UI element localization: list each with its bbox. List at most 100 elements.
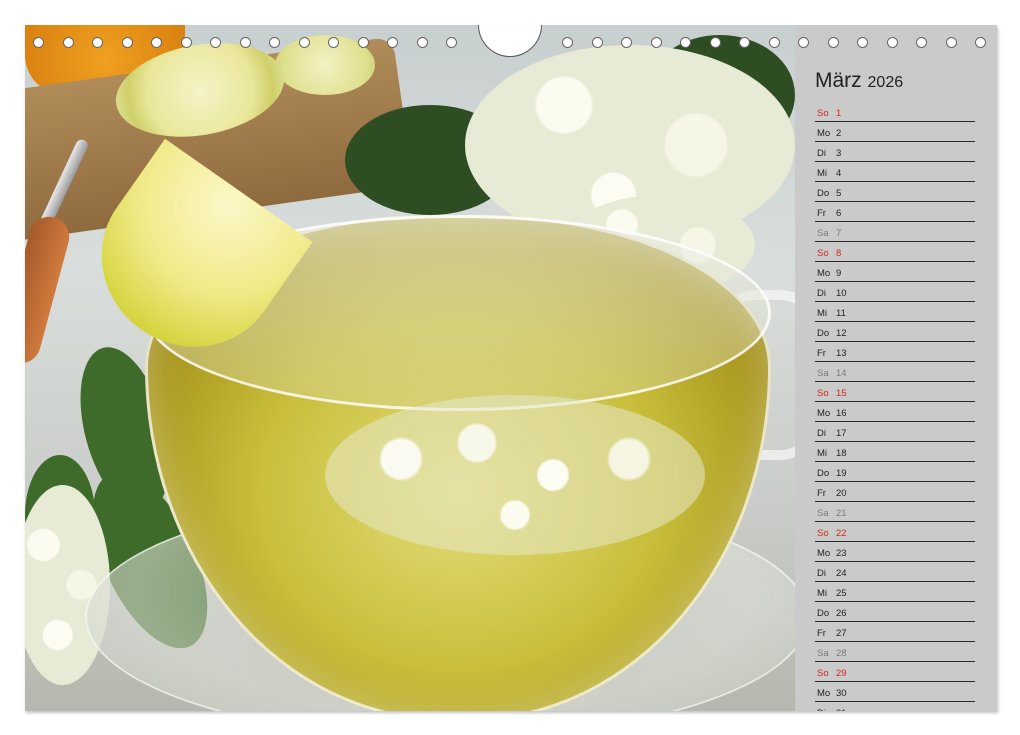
day-row: Sa 28 (815, 642, 975, 662)
weekday-label: Di (817, 288, 826, 299)
day-number: 19 (836, 468, 847, 479)
month-year: 2026 (867, 74, 904, 91)
weekday-label: Sa (817, 648, 829, 659)
weekday-label: Mo (817, 548, 831, 559)
day-row: Mi 4 (815, 162, 975, 182)
binding-hole (975, 37, 986, 48)
day-number: 21 (836, 508, 847, 519)
weekday-label: So (817, 668, 829, 679)
day-row: Mi 25 (815, 582, 975, 602)
day-number: 29 (836, 668, 847, 679)
weekday-label: Mi (817, 308, 828, 319)
day-row: Mo 16 (815, 402, 975, 422)
binding-hole (739, 37, 750, 48)
binding-hole (92, 37, 103, 48)
weekday-label: Di (817, 568, 826, 579)
day-number: 6 (836, 208, 842, 219)
binding-hole (210, 37, 221, 48)
day-number: 18 (836, 448, 847, 459)
day-number: 9 (836, 268, 842, 279)
weekday-label: Mo (817, 408, 831, 419)
day-row: Mo 2 (815, 122, 975, 142)
weekday-label: Fr (817, 628, 826, 639)
weekday-label: So (817, 388, 829, 399)
binding-hole (916, 37, 927, 48)
day-number: 7 (836, 228, 842, 239)
month-name: März (815, 69, 862, 92)
day-number: 2 (836, 128, 842, 139)
binding-hole (298, 37, 310, 48)
day-number: 16 (836, 408, 847, 419)
weekday-label: Di (817, 148, 826, 159)
weekday-label: So (817, 528, 829, 539)
day-number: 3 (836, 148, 842, 159)
day-row: Do 26 (815, 602, 975, 622)
day-number: 15 (836, 388, 847, 399)
day-row: So 1 (815, 102, 975, 122)
day-row: So 22 (815, 522, 975, 542)
day-number: 11 (836, 308, 846, 319)
knife-handle (25, 212, 74, 368)
day-row: Mi 18 (815, 442, 975, 462)
day-row: Mo 9 (815, 262, 975, 282)
day-number: 13 (836, 348, 847, 359)
binding-hole (768, 37, 780, 48)
hanger-cutout (478, 25, 542, 57)
binding-hole (621, 37, 632, 48)
day-row: Fr 27 (815, 622, 975, 642)
day-number: 25 (836, 588, 847, 599)
weekday-label: Fr (817, 208, 826, 219)
binding-hole (62, 37, 74, 48)
weekday-label: Fr (817, 348, 826, 359)
day-number: 4 (836, 168, 842, 179)
day-row: So 15 (815, 382, 975, 402)
tea-cup-photo (25, 25, 795, 711)
weekday-label: Mi (817, 168, 828, 179)
binding-hole (269, 37, 280, 48)
weekday-label: Do (817, 328, 830, 339)
day-row: Di 31 (815, 702, 975, 711)
day-number: 10 (836, 288, 847, 299)
calendar-panel: März 2026 So 1 Mo 2 Di 3 Mi 4 Do 5 Fr 6 Sa 7 So 8 Mo 9 Di 1… (795, 25, 997, 711)
weekday-label: So (817, 108, 829, 119)
day-row: Mo 23 (815, 542, 975, 562)
month-title: März 2026 (815, 69, 903, 93)
day-number: 24 (836, 568, 847, 579)
day-row: Do 5 (815, 182, 975, 202)
day-number: 8 (836, 248, 842, 259)
day-number: 14 (836, 368, 847, 379)
day-row: Sa 7 (815, 222, 975, 242)
day-row: Mo 30 (815, 682, 975, 702)
day-row: Di 10 (815, 282, 975, 302)
weekday-label: So (817, 248, 829, 259)
binding-hole (857, 37, 868, 48)
day-number: 20 (836, 488, 847, 499)
day-row: Sa 14 (815, 362, 975, 382)
binding-hole (827, 37, 839, 48)
weekday-label: Mo (817, 688, 831, 699)
binding-hole (798, 37, 809, 48)
weekday-label: Do (817, 608, 830, 619)
binding-hole (121, 37, 133, 48)
binding-hole (357, 37, 369, 48)
day-number: 1 (836, 108, 842, 119)
day-number: 12 (836, 328, 847, 339)
binding-hole (416, 37, 428, 48)
day-number: 22 (836, 528, 847, 539)
day-row: So 8 (815, 242, 975, 262)
day-row: So 29 (815, 662, 975, 682)
day-row: Fr 20 (815, 482, 975, 502)
day-row: Di 24 (815, 562, 975, 582)
day-number: 23 (836, 548, 847, 559)
binding-hole (709, 37, 721, 48)
binding-hole (33, 37, 44, 48)
day-number: 26 (836, 608, 847, 619)
day-number: 5 (836, 188, 842, 199)
binding-hole (886, 37, 898, 48)
binding-hole (239, 37, 251, 48)
day-row: Di 3 (815, 142, 975, 162)
binding-hole (650, 37, 662, 48)
weekday-label: Mo (817, 128, 831, 139)
binding-hole (387, 37, 398, 48)
weekday-label: Mi (817, 588, 828, 599)
